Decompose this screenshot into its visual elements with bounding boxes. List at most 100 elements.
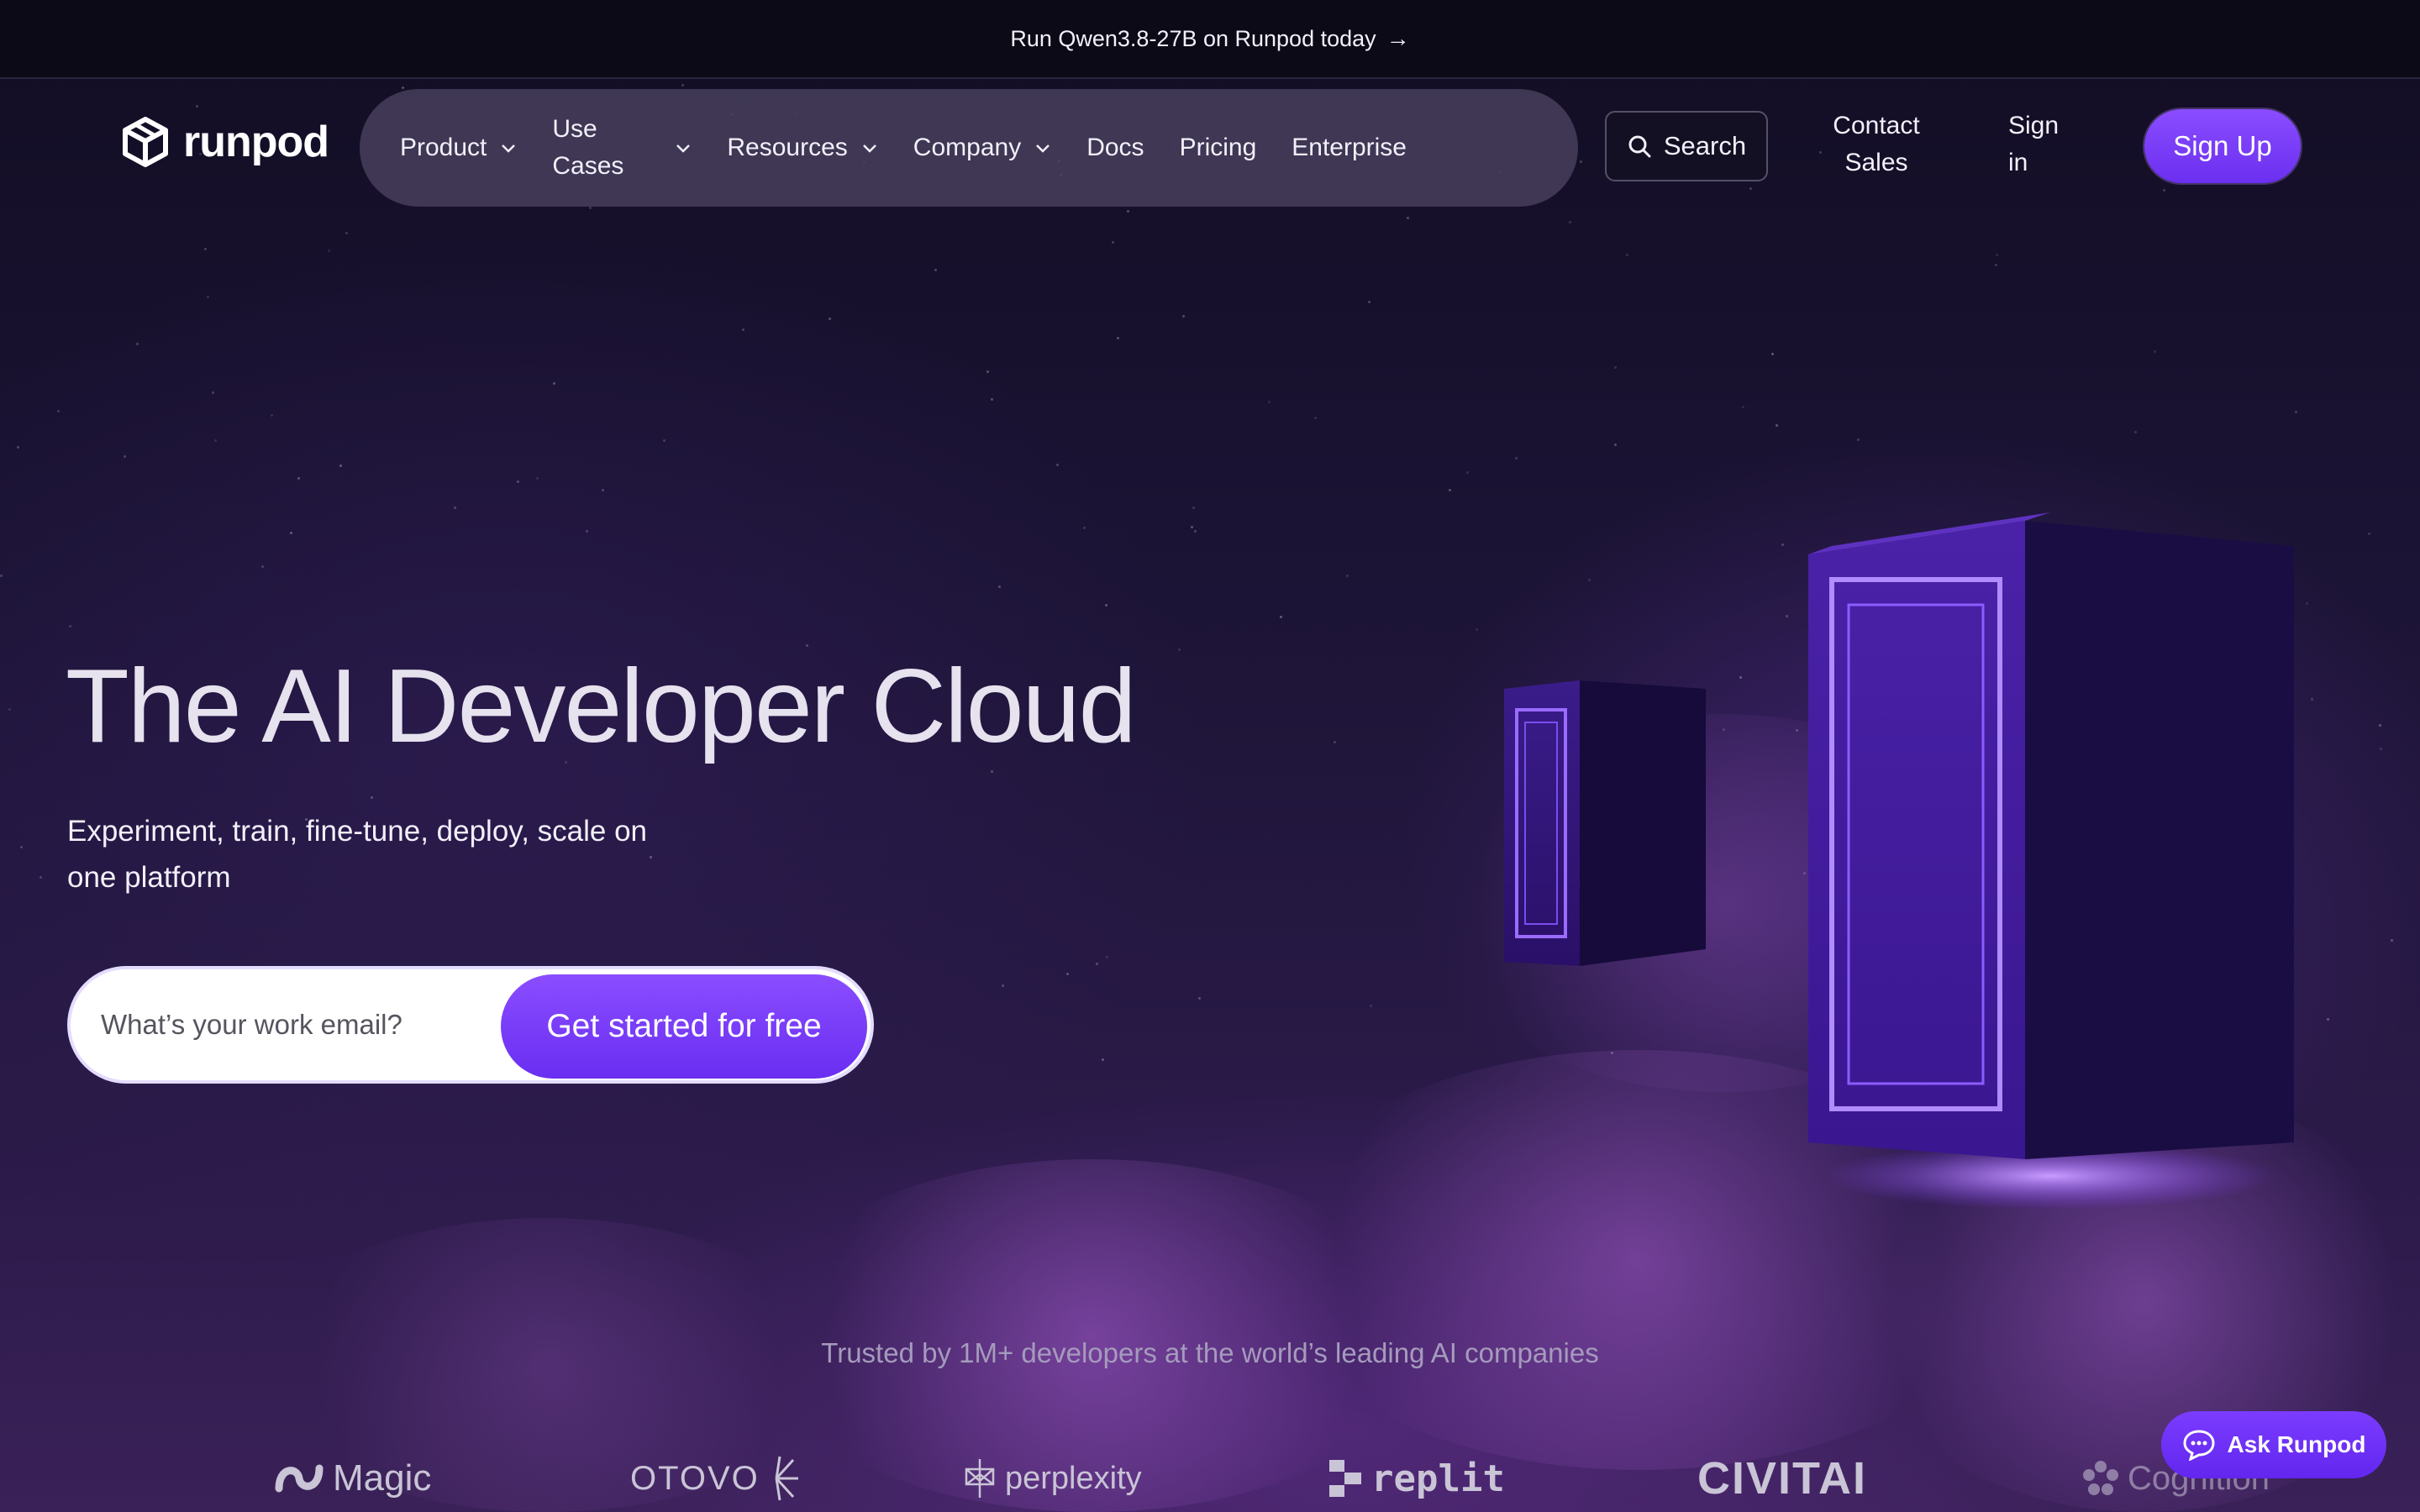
star: [1771, 353, 1774, 355]
chevron-down-icon: [676, 144, 691, 153]
star: [2379, 724, 2381, 727]
star: [2391, 939, 2393, 942]
nav-label: Product: [400, 134, 487, 161]
star: [1105, 604, 1107, 606]
search-icon: [1628, 135, 1651, 158]
star: [1515, 457, 1518, 459]
star: [991, 398, 993, 401]
hero-subtitle: Experiment, train, fine-tune, deploy, sc…: [67, 815, 648, 894]
star: [1194, 530, 1197, 533]
star: [1781, 543, 1784, 546]
sunburst-icon: [775, 1456, 798, 1501]
star: [69, 625, 71, 627]
search-button[interactable]: Search: [1605, 111, 1768, 181]
nav-label: Docs: [1086, 134, 1144, 161]
star: [1178, 648, 1181, 651]
ask-runpod-label: Ask Runpod: [2227, 1431, 2366, 1457]
star: [517, 480, 519, 483]
star: [1749, 187, 1752, 190]
star: [8, 708, 11, 711]
star: [204, 248, 207, 250]
star: [1096, 963, 1098, 965]
logo-label: CIVITAI: [1697, 1453, 1867, 1504]
star: [1280, 616, 1282, 618]
star: [681, 84, 684, 87]
star: [328, 249, 330, 252]
star: [934, 269, 937, 271]
small-server-illustration: [1504, 680, 1706, 966]
nav-label: Pricing: [1179, 134, 1257, 161]
star: [214, 439, 217, 442]
star: [2295, 411, 2297, 413]
star: [2311, 698, 2313, 701]
star: [1066, 973, 1069, 975]
star: [1314, 417, 1317, 419]
star: [1117, 337, 1119, 339]
cube-logo-icon: [123, 117, 168, 167]
star: [1996, 254, 1998, 256]
star: [1614, 444, 1617, 446]
logo-label: OTOVO: [630, 1459, 760, 1497]
star: [1739, 676, 1742, 679]
star: [454, 507, 456, 509]
ask-runpod-chat-button[interactable]: Ask Runpod: [2161, 1411, 2386, 1478]
star: [1407, 217, 1409, 219]
star: [1995, 264, 1997, 266]
nav-item-use-cases[interactable]: Use Cases: [552, 111, 692, 185]
perplexity-logo: perplexity: [963, 1445, 1142, 1512]
star: [1370, 1005, 1372, 1007]
star: [57, 410, 60, 412]
arrow-right-icon: →: [1386, 25, 1410, 51]
contact-sales-link[interactable]: Contact Sales: [1822, 108, 1931, 181]
sign-up-button[interactable]: Sign Up: [2144, 109, 2301, 183]
star: [1191, 526, 1193, 528]
star: [1466, 471, 1469, 474]
star: [1626, 254, 1628, 256]
star: [536, 477, 539, 480]
star: [1476, 628, 1478, 631]
runpod-logo[interactable]: runpod: [121, 116, 329, 168]
star: [1182, 315, 1185, 318]
star: [345, 232, 348, 234]
star: [1776, 424, 1778, 427]
star: [1580, 160, 1582, 163]
star: [124, 455, 126, 458]
star: [2163, 189, 2165, 192]
announcement-bar[interactable]: Run Qwen3.8-27B on Runpod today →: [0, 0, 2420, 79]
star: [1002, 984, 1004, 987]
sign-in-link[interactable]: Sign in: [2008, 108, 2075, 181]
star: [196, 105, 198, 108]
star: [2154, 350, 2156, 353]
star: [553, 382, 555, 385]
nav-item-company[interactable]: Company: [913, 134, 1051, 162]
customer-logos: Magic OTOVO perplexity replit CIVITAI Co…: [0, 1445, 2420, 1512]
hero-title: The AI Developer Cloud: [66, 648, 1137, 764]
star: [1368, 301, 1370, 303]
star: [1127, 210, 1129, 213]
nav-item-pricing[interactable]: Pricing: [1180, 134, 1257, 162]
star: [212, 391, 214, 394]
star: [1268, 401, 1270, 403]
search-label: Search: [1663, 131, 1747, 160]
email-signup-form: Get started for free: [67, 966, 874, 1084]
star: [1056, 464, 1059, 466]
nav-item-resources[interactable]: Resources: [727, 134, 877, 162]
star: [39, 876, 42, 879]
star: [1112, 241, 1114, 244]
announcement-text: Run Qwen3.8-27B on Runpod today: [1010, 25, 1376, 51]
star: [271, 414, 273, 417]
star: [1102, 1058, 1104, 1061]
main-nav: Product Use Cases Resources Company Docs…: [360, 89, 1578, 207]
get-started-button[interactable]: Get started for free: [501, 974, 867, 1079]
star: [2368, 533, 2370, 535]
work-email-input[interactable]: [101, 1000, 521, 1050]
cognition-icon: [2083, 1461, 2118, 1495]
nav-item-product[interactable]: Product: [400, 134, 517, 162]
nav-item-enterprise[interactable]: Enterprise: [1292, 134, 1407, 162]
logo-label: replit: [1371, 1457, 1505, 1500]
nav-item-docs[interactable]: Docs: [1086, 134, 1144, 162]
star: [2306, 602, 2308, 605]
magic-logo: Magic: [274, 1445, 431, 1512]
star: [1192, 507, 1195, 509]
nav-label: Enterprise: [1292, 134, 1407, 161]
